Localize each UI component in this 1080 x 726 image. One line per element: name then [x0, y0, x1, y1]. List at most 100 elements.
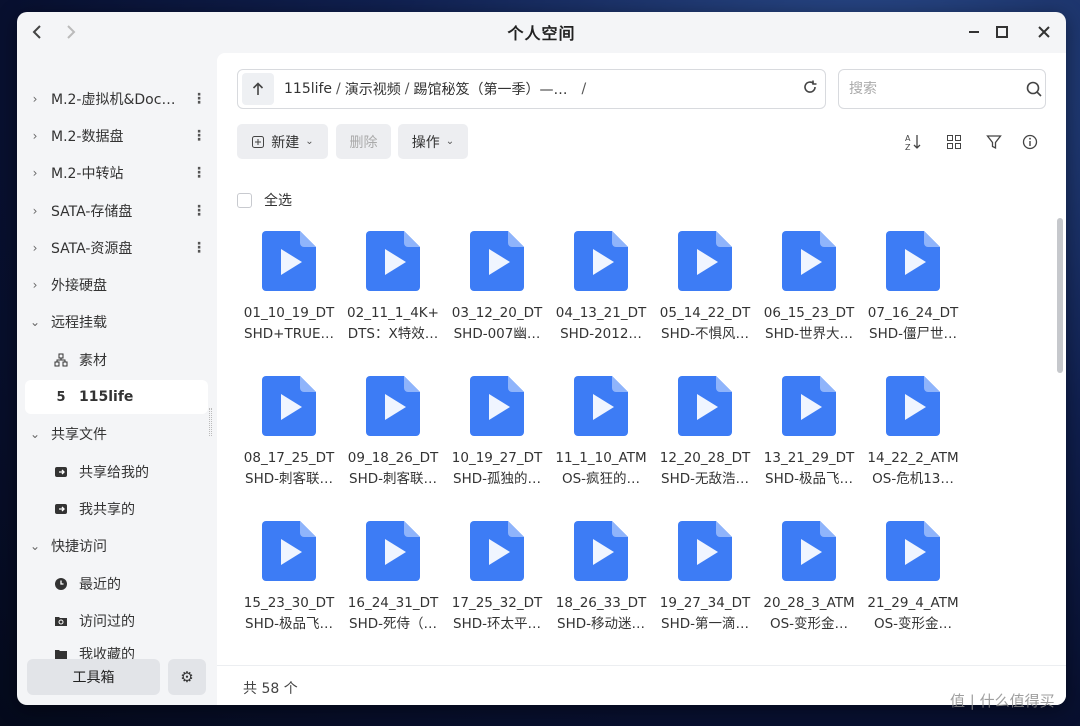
file-name: 18_26_33_DT SHD-移动迷… — [555, 595, 647, 632]
file-item[interactable]: 19_27_34_DT SHD-第一滴… — [655, 513, 755, 643]
chevron-down-icon[interactable]: ⌄ — [25, 427, 45, 441]
more-icon[interactable]: ⋮ — [190, 165, 208, 181]
file-item[interactable]: 13_21_29_DT SHD-极品飞… — [759, 368, 859, 498]
sidebar-item-visited[interactable]: 访问过的 — [25, 604, 208, 638]
file-name: 09_18_26_DT SHD-刺客联… — [347, 450, 439, 487]
more-icon[interactable]: ⋮ — [190, 203, 208, 219]
video-file-icon — [366, 231, 420, 291]
file-item[interactable]: 02_11_1_4K+ DTS：X特效… — [343, 223, 443, 353]
sidebar-item-external-disk[interactable]: › 外接硬盘 — [25, 268, 208, 302]
chevron-right-icon[interactable]: › — [25, 92, 45, 106]
sidebar-resize-handle[interactable] — [209, 408, 212, 436]
sidebar-item-my-shared[interactable]: 我共享的 — [25, 492, 208, 526]
back-button[interactable] — [25, 20, 49, 44]
chevron-right-icon[interactable]: › — [25, 241, 45, 255]
video-file-icon — [574, 231, 628, 291]
window-title: 个人空间 — [507, 24, 576, 43]
operate-button[interactable]: 操作 ⌄ — [398, 124, 468, 159]
file-item[interactable]: 07_16_24_DT SHD-僵尸世… — [863, 223, 963, 353]
video-file-icon — [262, 376, 316, 436]
refresh-button[interactable] — [795, 79, 825, 100]
crumb-end-separator: / — [581, 81, 587, 97]
file-name: 01_10_19_DT SHD+TRUE… — [243, 305, 335, 342]
sidebar-item-m2-data[interactable]: › M.2-数据盘 ⋮ — [25, 119, 208, 153]
sidebar-item-recent[interactable]: 最近的 — [25, 567, 208, 601]
maximize-button[interactable] — [990, 20, 1014, 44]
folder-history-icon — [53, 613, 69, 629]
file-item[interactable]: 18_26_33_DT SHD-移动迷… — [551, 513, 651, 643]
sidebar-item-m2-vm[interactable]: › M.2-虚拟机&Doc… ⋮ — [25, 82, 208, 116]
sidebar-item-m2-transfer[interactable]: › M.2-中转站 ⋮ — [25, 156, 208, 190]
sidebar-item-quick-access[interactable]: ⌄ 快捷访问 — [25, 529, 208, 563]
sidebar-item-material[interactable]: 素材 — [25, 343, 208, 377]
sidebar-item-sata-storage[interactable]: › SATA-存储盘 ⋮ — [25, 194, 208, 228]
select-all-checkbox[interactable] — [237, 192, 252, 208]
file-item[interactable]: 17_25_32_DT SHD-环太平… — [447, 513, 547, 643]
close-button[interactable] — [1032, 20, 1056, 44]
breadcrumb: 115life / 演示视频 / 踢馆秘笈（第一季）—… / — [284, 79, 587, 99]
more-icon[interactable]: ⋮ — [190, 91, 208, 107]
clock-icon — [53, 576, 69, 592]
delete-button[interactable]: 删除 — [336, 124, 391, 159]
file-item[interactable]: 05_14_22_DT SHD-不惧风… — [655, 223, 755, 353]
chevron-down-icon[interactable]: ⌄ — [25, 539, 45, 553]
chevron-right-icon[interactable]: › — [25, 129, 45, 143]
sort-icon[interactable]: AZ — [902, 131, 924, 153]
file-name: 17_25_32_DT SHD-环太平… — [451, 595, 543, 632]
file-item[interactable]: 16_24_31_DT SHD-死侍（… — [343, 513, 443, 643]
file-item[interactable]: 11_1_10_ATM OS-疯狂的… — [551, 368, 651, 498]
crumb-demo-videos[interactable]: 演示视频 — [345, 79, 401, 99]
watermark: 值 | 什么值得买 — [950, 692, 1055, 710]
search-input[interactable] — [849, 81, 1023, 97]
file-item[interactable]: 03_12_20_DT SHD-007幽… — [447, 223, 547, 353]
search-icon[interactable] — [1023, 81, 1045, 97]
video-file-icon — [470, 231, 524, 291]
crumb-current-folder[interactable]: 踢馆秘笈（第一季）—… — [413, 79, 567, 99]
more-icon[interactable]: ⋮ — [190, 128, 208, 144]
more-icon[interactable]: ⋮ — [190, 240, 208, 256]
info-icon[interactable] — [1019, 131, 1041, 153]
sidebar-item-sata-resource[interactable]: › SATA-资源盘 ⋮ — [25, 231, 208, 265]
file-item[interactable]: 15_23_30_DT SHD-极品飞… — [239, 513, 339, 643]
toolbox-button[interactable]: 工具箱 — [27, 659, 160, 695]
file-item[interactable]: 06_15_23_DT SHD-世界大… — [759, 223, 859, 353]
file-item[interactable]: 09_18_26_DT SHD-刺客联… — [343, 368, 443, 498]
file-item[interactable]: 21_29_4_ATM OS-变形金… — [863, 513, 963, 643]
filter-icon[interactable] — [983, 131, 1005, 153]
chevron-right-icon[interactable]: › — [25, 166, 45, 180]
file-name: 03_12_20_DT SHD-007幽… — [451, 305, 543, 342]
file-item[interactable]: 14_22_2_ATM OS-危机13… — [863, 368, 963, 498]
file-name: 10_19_27_DT SHD-孤独的… — [451, 450, 543, 487]
file-item[interactable]: 08_17_25_DT SHD-刺客联… — [239, 368, 339, 498]
video-file-icon — [678, 376, 732, 436]
file-item[interactable]: 20_28_3_ATM OS-变形金… — [759, 513, 859, 643]
sidebar-item-shared-with-me[interactable]: 共享给我的 — [25, 455, 208, 489]
chevron-right-icon[interactable]: › — [25, 204, 45, 218]
file-item[interactable]: 12_20_28_DT SHD-无敌浩… — [655, 368, 755, 498]
sidebar-item-115life[interactable]: 5 115life — [25, 380, 208, 414]
file-item[interactable]: 10_19_27_DT SHD-孤独的… — [447, 368, 547, 498]
file-item[interactable]: 01_10_19_DT SHD+TRUE… — [239, 223, 339, 353]
select-all[interactable]: 全选 — [237, 190, 292, 210]
chevron-down-icon[interactable]: ⌄ — [25, 315, 45, 329]
arrow-up-icon — [252, 82, 264, 95]
forward-button[interactable] — [59, 20, 83, 44]
item-count: 共 58 个 — [243, 681, 298, 697]
share-in-icon — [53, 464, 69, 480]
file-item[interactable]: 04_13_21_DT SHD-2012… — [551, 223, 651, 353]
chevron-right-icon — [67, 25, 76, 39]
up-button[interactable] — [242, 73, 274, 105]
chevron-down-icon: ⌄ — [305, 136, 314, 147]
grid-view-icon[interactable] — [943, 131, 965, 153]
scrollbar[interactable] — [1057, 218, 1063, 373]
minimize-button[interactable] — [962, 20, 986, 44]
chevron-right-icon[interactable]: › — [25, 278, 45, 292]
file-name: 13_21_29_DT SHD-极品飞… — [763, 450, 855, 487]
new-button[interactable]: 新建 ⌄ — [237, 124, 328, 159]
chevron-down-icon: ⌄ — [445, 136, 455, 147]
file-name: 11_1_10_ATM OS-疯狂的… — [555, 450, 647, 487]
sidebar-item-shared-files[interactable]: ⌄ 共享文件 — [25, 417, 208, 451]
sidebar-item-remote-mount[interactable]: ⌄ 远程挂载 — [25, 305, 208, 339]
settings-button[interactable]: ⚙ — [168, 659, 206, 695]
crumb-115life[interactable]: 115life — [284, 81, 332, 97]
